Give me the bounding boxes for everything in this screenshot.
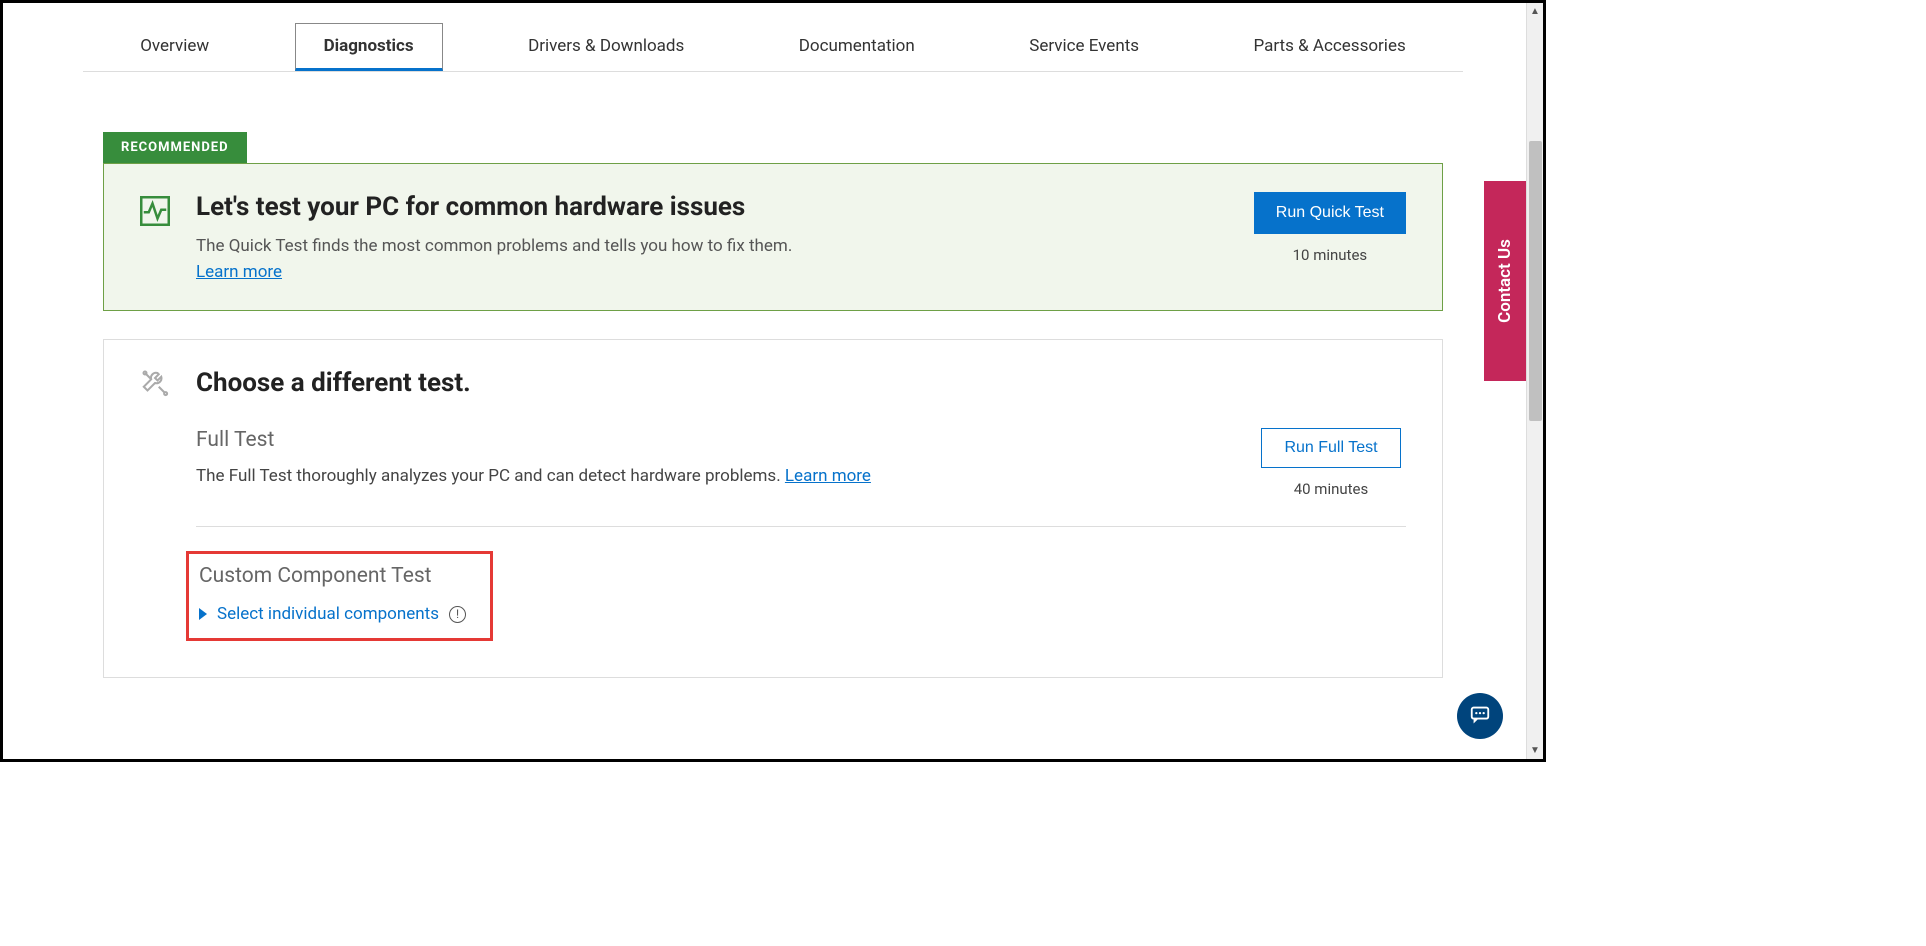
chevron-right-icon	[199, 608, 207, 620]
quick-test-duration: 10 minutes	[1254, 246, 1406, 264]
tools-icon	[140, 368, 170, 398]
tab-parts-accessories[interactable]: Parts & Accessories	[1225, 23, 1435, 71]
recommended-title: Let's test your PC for common hardware i…	[196, 192, 1228, 222]
activity-icon	[140, 196, 170, 226]
chat-fab[interactable]	[1457, 693, 1503, 739]
recommended-learn-more-link[interactable]: Learn more	[196, 262, 282, 282]
info-icon[interactable]: !	[449, 606, 466, 623]
divider	[196, 526, 1406, 527]
scroll-thumb[interactable]	[1529, 141, 1542, 421]
custom-test-heading: Custom Component Test	[199, 564, 466, 588]
full-test-description: The Full Test thoroughly analyzes your P…	[196, 466, 1256, 486]
select-individual-components-link[interactable]: Select individual components	[217, 604, 439, 624]
scroll-up-icon[interactable]: ▲	[1527, 3, 1543, 20]
recommended-description: The Quick Test finds the most common pro…	[196, 236, 1228, 256]
recommended-badge: RECOMMENDED	[103, 132, 247, 163]
chat-icon	[1469, 703, 1491, 729]
full-test-learn-more-link[interactable]: Learn more	[785, 466, 871, 486]
run-quick-test-button[interactable]: Run Quick Test	[1254, 192, 1406, 234]
scrollbar[interactable]: ▲ ▼	[1526, 3, 1543, 759]
tab-documentation[interactable]: Documentation	[770, 23, 944, 71]
alternate-title: Choose a different test.	[196, 368, 471, 398]
alternate-tests-card: Choose a different test. Full Test The F…	[103, 339, 1443, 678]
recommended-card: Let's test your PC for common hardware i…	[103, 163, 1443, 311]
scroll-down-icon[interactable]: ▼	[1527, 742, 1543, 759]
run-full-test-button[interactable]: Run Full Test	[1261, 428, 1400, 468]
tab-bar: Overview Diagnostics Drivers & Downloads…	[83, 3, 1463, 72]
tab-drivers-downloads[interactable]: Drivers & Downloads	[499, 23, 713, 71]
full-test-heading: Full Test	[196, 428, 1256, 452]
tab-overview[interactable]: Overview	[111, 23, 238, 71]
custom-component-highlight: Custom Component Test Select individual …	[186, 551, 493, 641]
full-test-duration: 40 minutes	[1256, 480, 1406, 498]
contact-us-tab[interactable]: Contact Us	[1484, 181, 1526, 381]
tab-diagnostics[interactable]: Diagnostics	[295, 23, 443, 71]
tab-service-events[interactable]: Service Events	[1000, 23, 1168, 71]
